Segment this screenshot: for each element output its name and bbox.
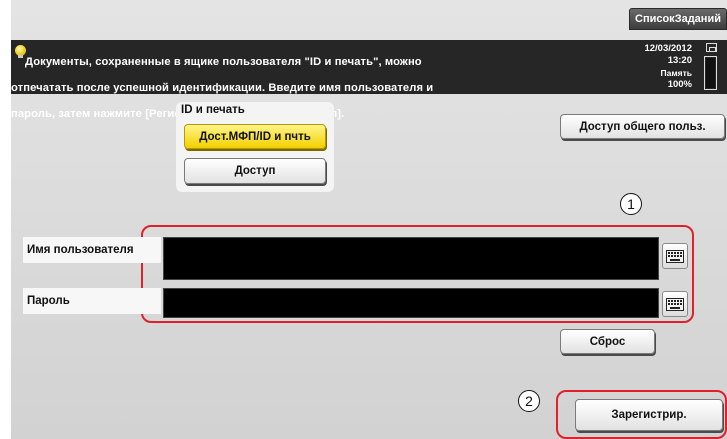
keyboard-icon xyxy=(666,249,684,263)
keyboard-icon xyxy=(666,297,684,311)
register-button[interactable]: Зарегистрир. xyxy=(575,399,723,431)
public-user-access-button[interactable]: Доступ общего польз. xyxy=(560,114,725,139)
status-block: 12/03/2012 13:20 Память 100% xyxy=(616,43,692,91)
memory-value: 100% xyxy=(667,79,692,90)
username-label: Имя пользователя xyxy=(23,237,161,263)
password-keyboard-button[interactable] xyxy=(662,291,688,317)
id-print-title: ID и печать xyxy=(181,104,245,116)
callout-number-2: 2 xyxy=(518,390,540,412)
memory-label: Память xyxy=(660,68,692,78)
memory-gauge-fill xyxy=(706,58,715,88)
password-input[interactable] xyxy=(163,288,659,318)
job-list-tab[interactable]: СписокЗаданий xyxy=(629,8,727,30)
callout-number-1: 1 xyxy=(620,193,642,215)
message-line-1: Документы, сохраненные в ящике пользоват… xyxy=(25,56,422,68)
printer-status-icon xyxy=(706,43,717,52)
mfp-id-print-button[interactable]: Дост.МФП/ID и пчть xyxy=(184,124,326,149)
memory-gauge xyxy=(704,56,717,90)
message-line-2: отпечатать после успешной идентификации.… xyxy=(11,82,434,94)
reset-button[interactable]: Сброс xyxy=(560,329,655,354)
access-button[interactable]: Доступ xyxy=(184,158,326,184)
username-keyboard-button[interactable] xyxy=(662,243,688,269)
message-bar: Документы, сохраненные в ящике пользоват… xyxy=(11,40,727,120)
time-readout: 13:20 xyxy=(667,55,692,66)
date-readout: 12/03/2012 xyxy=(644,43,692,54)
password-label: Пароль xyxy=(23,288,161,314)
username-input[interactable] xyxy=(163,237,659,280)
screen: СписокЗаданий Документы, сохраненные в я… xyxy=(11,0,727,439)
